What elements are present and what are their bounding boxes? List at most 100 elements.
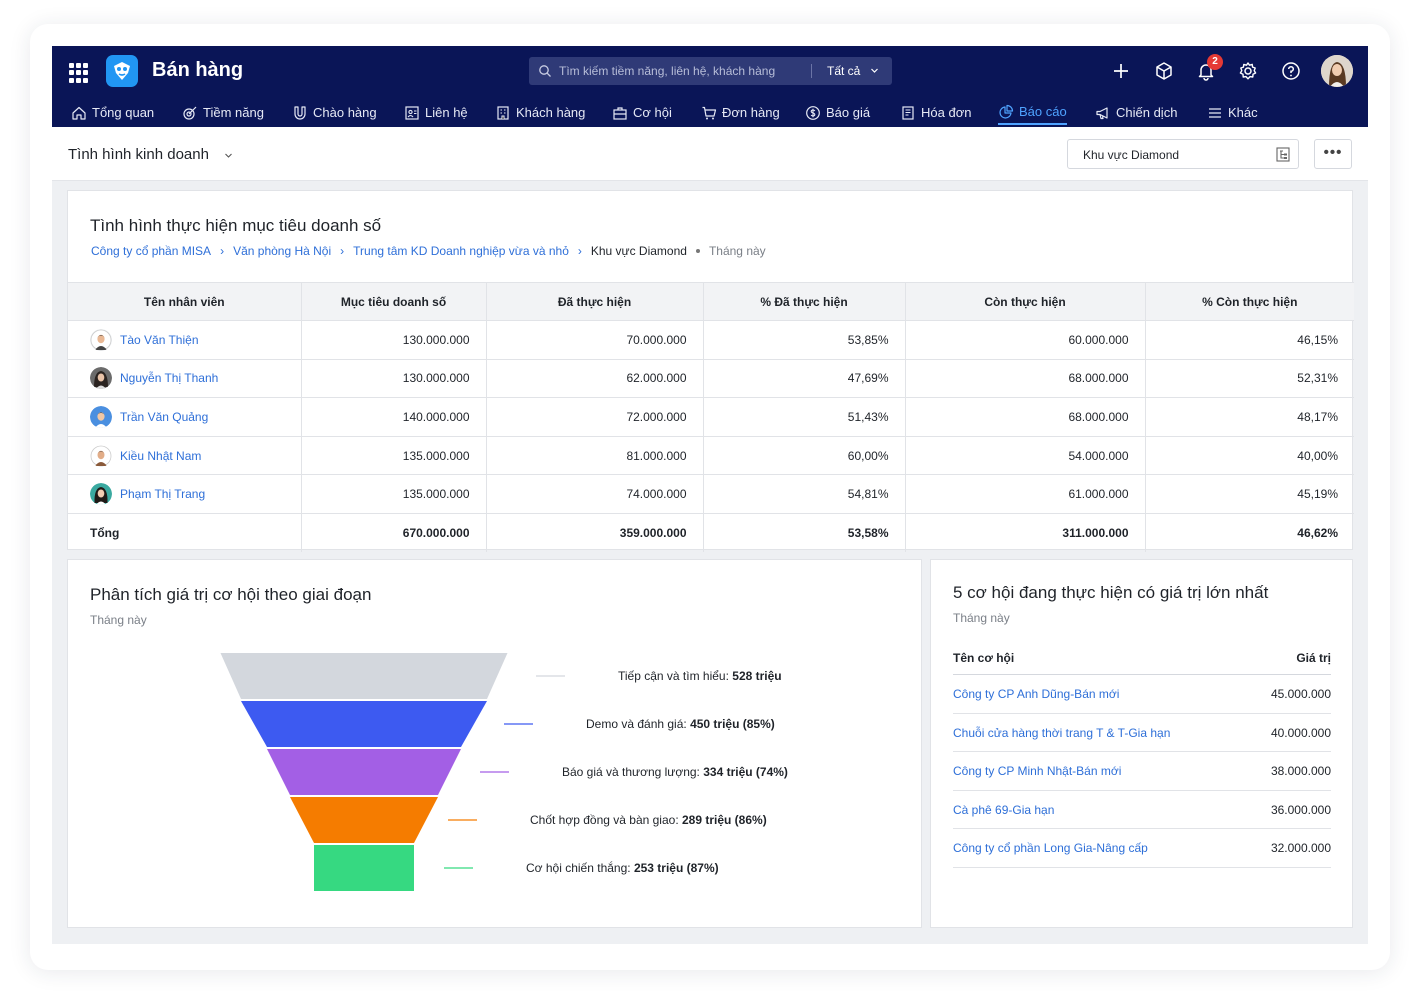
opportunity-link[interactable]: Cà phê 69-Gia hạn	[953, 803, 1054, 817]
funnel-stage-label: Demo và đánh giá: 450 triệu (85%)	[586, 717, 775, 731]
column-header[interactable]: Còn thực hiện	[905, 282, 1146, 321]
column-header[interactable]: Đã thực hiện	[486, 282, 704, 321]
briefcase-icon	[613, 106, 627, 120]
menu-icon	[1209, 107, 1221, 118]
avatar	[90, 445, 112, 467]
user-avatar[interactable]	[1321, 55, 1353, 87]
opportunity-link[interactable]: Công ty CP Anh Dũng-Bán mới	[953, 687, 1119, 701]
nav-chao-hang[interactable]: Chào hàng	[292, 100, 377, 125]
period-label: Tháng này	[953, 611, 1010, 625]
nav-label: Khách hàng	[516, 105, 586, 120]
cube-icon[interactable]	[1153, 60, 1175, 82]
table-header-row: Tên nhân viên Mục tiêu doanh số Đã thực …	[68, 282, 1354, 321]
nav-bao-cao[interactable]: Báo cáo	[998, 100, 1067, 125]
nav-tiem-nang[interactable]: Tiềm năng	[182, 100, 264, 125]
dashboard-select[interactable]: Tình hình kinh doanh	[68, 146, 209, 163]
funnel-stage[interactable]	[220, 653, 508, 699]
funnel-stage-label: Tiếp cận và tìm hiểu: 528 triệu	[618, 669, 782, 683]
breadcrumb-link[interactable]: Văn phòng Hà Nội	[233, 244, 331, 258]
target-cell: 130.000.000	[301, 320, 487, 360]
employee-name: Trần Văn Quảng	[120, 409, 209, 424]
search-divider	[811, 64, 812, 78]
org-tree-icon[interactable]	[1276, 147, 1290, 162]
table-row: Công ty CP Minh Nhật-Bán mới 38.000.000	[953, 752, 1331, 791]
done-pct-cell: 54,81%	[703, 474, 906, 514]
remain-cell: 54.000.000	[905, 436, 1146, 476]
total-row: Tổng 670.000.000 359.000.000 53,58% 311.…	[68, 513, 1354, 553]
funnel-stage[interactable]	[290, 797, 438, 843]
avatar	[90, 405, 112, 428]
breadcrumb-link[interactable]: Trung tâm KD Doanh nghiệp vừa và nhỏ	[353, 244, 569, 258]
total-remain-cell: 311.000.000	[905, 513, 1146, 553]
target-cell: 135.000.000	[301, 474, 487, 514]
nav-tong-quan[interactable]: Tổng quan	[71, 100, 154, 125]
avatar	[90, 483, 112, 506]
nav-don-hang[interactable]: Đơn hàng	[701, 100, 780, 125]
opportunity-value: 36.000.000	[1270, 802, 1331, 817]
more-options-button[interactable]: •••	[1314, 139, 1352, 169]
remain-cell: 68.000.000	[905, 397, 1146, 437]
done-cell: 81.000.000	[486, 436, 704, 476]
funnel-stage[interactable]	[314, 845, 414, 891]
target-icon	[183, 106, 197, 120]
opportunity-link[interactable]: Công ty cổ phần Long Gia-Nâng cấp	[953, 841, 1148, 855]
opportunity-value: 45.000.000	[1270, 687, 1331, 701]
total-remain-pct-cell: 46,62%	[1297, 526, 1338, 541]
search-input[interactable]: Tìm kiếm tiềm năng, liên hệ, khách hàng	[559, 64, 775, 78]
breadcrumb-link[interactable]: Công ty cổ phần MISA	[91, 244, 211, 258]
add-icon[interactable]	[1110, 60, 1132, 82]
magnet-icon	[294, 105, 306, 120]
opportunity-link[interactable]: Công ty CP Minh Nhật-Bán mới	[953, 764, 1121, 778]
nav-label: Liên hệ	[425, 105, 468, 120]
nav-bao-gia[interactable]: Báo giá	[805, 100, 870, 125]
breadcrumb: Công ty cổ phần MISA › Văn phòng Hà Nội …	[91, 244, 766, 258]
done-pct-cell: 53,85%	[703, 320, 906, 360]
nav-label: Chào hàng	[313, 105, 377, 120]
target-cell: 135.000.000	[301, 436, 487, 476]
employee-link[interactable]: Kiều Nhật Nam	[90, 445, 285, 467]
nav-co-hoi[interactable]: Cơ hội	[612, 100, 672, 125]
remain-pct-cell: 52,31%	[1145, 359, 1354, 399]
funnel-stage[interactable]	[267, 749, 461, 795]
separator-dot	[695, 249, 700, 253]
help-icon[interactable]	[1280, 60, 1302, 82]
funnel-stage[interactable]	[241, 701, 487, 747]
period-label: Tháng này	[708, 244, 766, 258]
table-row: Công ty CP Anh Dũng-Bán mới 45.000.000	[953, 675, 1331, 714]
table-row: Kiều Nhật Nam 135.000.000 81.000.000 60,…	[68, 436, 1354, 476]
sales-target-card: Tình hình thực hiện mục tiêu doanh số Cô…	[67, 190, 1354, 553]
nav-khac[interactable]: Khác	[1207, 100, 1258, 125]
employee-link[interactable]: Trần Văn Quảng	[90, 405, 285, 428]
target-cell: 130.000.000	[301, 359, 487, 399]
column-header[interactable]: Mục tiêu doanh số	[301, 282, 487, 321]
remain-pct-cell: 48,17%	[1145, 397, 1354, 437]
employee-link[interactable]: Tào Văn Thiện	[90, 328, 285, 351]
target-cell: 140.000.000	[301, 397, 487, 437]
chevron-down-icon[interactable]	[224, 151, 233, 160]
avatar	[90, 328, 112, 351]
nav-label: Cơ hội	[633, 105, 672, 120]
search-scope-select[interactable]: Tất cả	[827, 64, 860, 78]
app-launcher-icon[interactable]	[69, 63, 89, 83]
employee-link[interactable]: Nguyễn Thị Thanh	[90, 367, 285, 390]
opportunity-value: 32.000.000	[1270, 841, 1331, 855]
nav-label: Hóa đơn	[921, 105, 972, 120]
column-header[interactable]: % Còn thực hiện	[1145, 282, 1354, 321]
opportunity-link[interactable]: Chuỗi cửa hàng thời trang T & T-Gia hạn	[953, 726, 1170, 740]
nav-chien-dich[interactable]: Chiến dịch	[1095, 100, 1177, 125]
chevron-down-icon[interactable]	[870, 66, 879, 75]
nav-khach-hang[interactable]: Khách hàng	[495, 100, 585, 125]
region-filter[interactable]: Khu vực Diamond	[1067, 139, 1299, 169]
search-icon	[539, 65, 551, 77]
nav-hoa-don[interactable]: Hóa đơn	[900, 100, 971, 125]
nav-lien-he[interactable]: Liên hệ	[404, 100, 468, 125]
gear-icon[interactable]	[1237, 60, 1259, 82]
column-header[interactable]: % Đã thực hiện	[703, 282, 906, 321]
global-search[interactable]: Tìm kiếm tiềm năng, liên hệ, khách hàng …	[529, 57, 892, 85]
column-header[interactable]: Tên nhân viên	[68, 282, 302, 321]
avatar	[90, 367, 112, 390]
remain-pct-cell: 46,15%	[1145, 320, 1354, 360]
table-header-row: Tên cơ hội Giá trị	[953, 651, 1331, 675]
employee-link[interactable]: Phạm Thị Trang	[90, 483, 285, 506]
employee-name: Tào Văn Thiện	[120, 332, 199, 347]
